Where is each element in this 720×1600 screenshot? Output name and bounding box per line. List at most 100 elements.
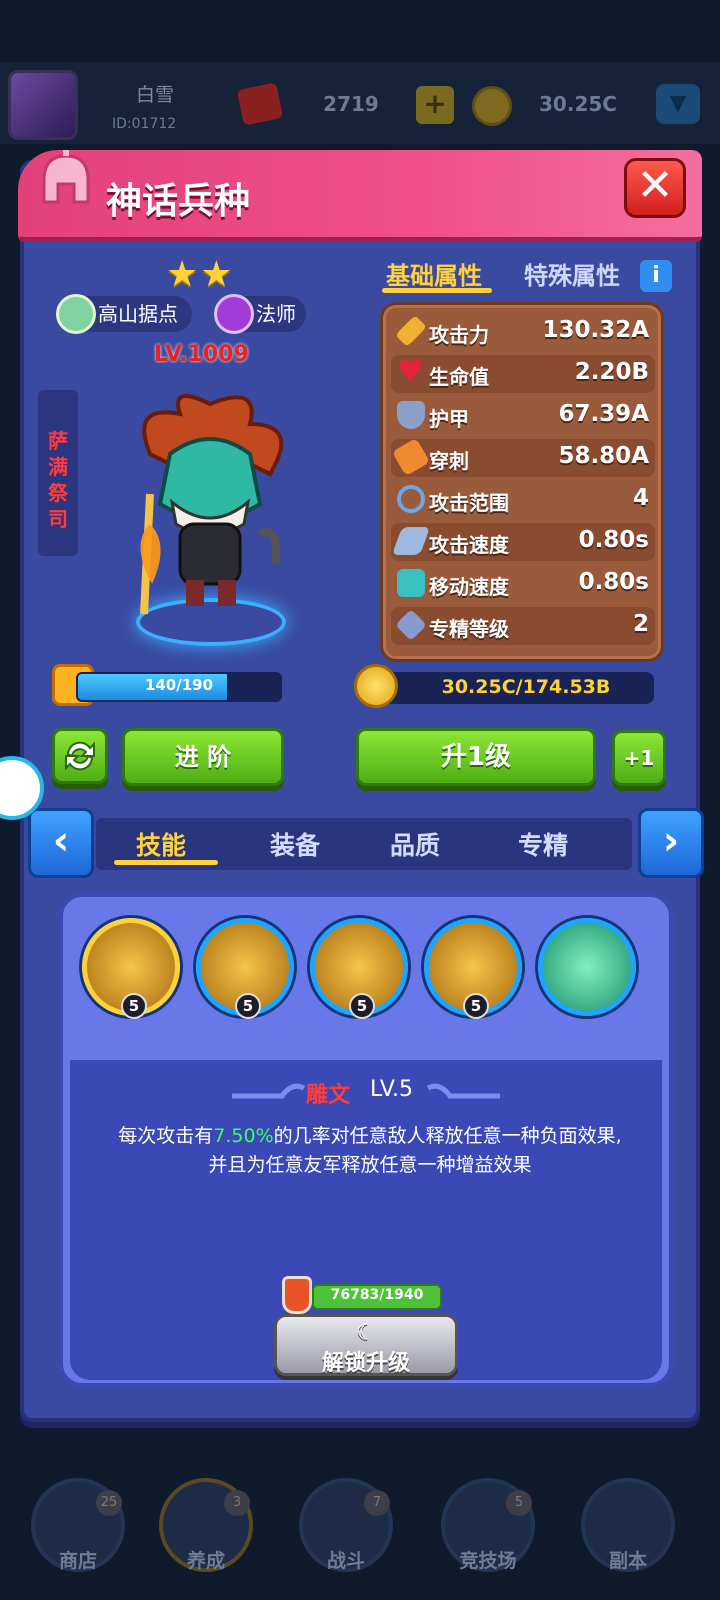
- stat-row: 穿刺 58.80A: [391, 437, 655, 477]
- attack-speed-icon: [391, 527, 431, 555]
- info-button[interactable]: i: [640, 260, 672, 292]
- stat-value: 2: [632, 611, 649, 637]
- skill-level: LV.5: [370, 1077, 414, 1102]
- tab-quality[interactable]: 品质: [390, 826, 440, 862]
- region-icon: [56, 294, 96, 334]
- star-rating: ★★: [166, 254, 235, 295]
- stat-row: 护甲 67.39A: [391, 397, 655, 435]
- stats-table: 攻击力 130.32A ♥ 生命值 2.20B 护甲 67.39A 穿刺 58.…: [380, 302, 664, 662]
- chevron-right-icon[interactable]: ›: [638, 808, 704, 878]
- stat-label: 生命值: [429, 365, 489, 389]
- stat-value: 2.20B: [574, 359, 649, 385]
- skill-slot-3[interactable]: 5: [310, 918, 408, 1019]
- close-button[interactable]: ✕: [624, 158, 686, 218]
- stat-value: 58.80A: [558, 443, 649, 469]
- tab-mastery[interactable]: 专精: [518, 826, 568, 862]
- stat-label: 护甲: [429, 407, 469, 431]
- moon-icon: ☾: [356, 1320, 376, 1345]
- material-progress-text: 76783/1940: [330, 1287, 424, 1303]
- hero-level: LV.1009: [154, 342, 249, 367]
- stat-label: 穿刺: [429, 449, 469, 473]
- advance-button[interactable]: 进 阶: [122, 728, 284, 786]
- skill-level-badge: 5: [235, 993, 261, 1019]
- skill-name: 雕文: [306, 1083, 351, 1108]
- range-icon: [397, 485, 425, 513]
- nav-label: 商店: [58, 1550, 97, 1572]
- shield-icon: [397, 401, 425, 429]
- nav-badge: 7: [364, 1490, 390, 1516]
- swap-button[interactable]: [52, 728, 108, 784]
- skill-slot-2[interactable]: 5: [196, 918, 294, 1019]
- plus-one-button[interactable]: +1: [612, 730, 666, 786]
- coin-count: 30.25C: [539, 92, 617, 116]
- nav-label: 战斗: [326, 1550, 365, 1572]
- nav-develop[interactable]: 3 养成: [150, 1478, 262, 1596]
- skill-level-badge: 5: [349, 993, 375, 1019]
- region-label: 高山据点: [98, 302, 178, 326]
- hero-name: 萨满祭司: [38, 428, 78, 532]
- skill-slot-5[interactable]: [538, 918, 636, 1016]
- skill-desc-line2: 并且为任意友军释放任意一种增益效果: [208, 1154, 532, 1176]
- level-up-button[interactable]: 升1级: [356, 728, 596, 786]
- chevron-left-icon[interactable]: ‹: [28, 808, 94, 878]
- tab-special-attributes[interactable]: 特殊属性: [524, 256, 620, 291]
- potion-icon: [282, 1276, 312, 1314]
- upgrade-cost-text: 30.25C/174.53B: [441, 676, 611, 698]
- tab-active-indicator: [382, 288, 492, 293]
- tab-skills[interactable]: 技能: [136, 826, 186, 862]
- tab-basic-attributes[interactable]: 基础属性: [386, 256, 482, 291]
- stat-value: 4: [632, 485, 649, 511]
- skill-description: 每次攻击有7.50%的几率对任意敌人释放任意一种负面效果, 并且为任意友军释放任…: [72, 1122, 668, 1180]
- stat-row: 专精等级 2: [391, 607, 655, 645]
- unlock-upgrade-button[interactable]: ☾ 解锁升级: [274, 1314, 458, 1376]
- desc-highlight: 7.50%: [213, 1125, 274, 1147]
- stat-value: 130.32A: [542, 317, 649, 343]
- mage-icon: [214, 294, 254, 334]
- stat-value: 67.39A: [558, 401, 649, 427]
- hero-portrait[interactable]: [110, 384, 310, 624]
- skill-slot-4[interactable]: 5: [424, 918, 522, 1019]
- skill-level-badge: 5: [463, 993, 489, 1019]
- mastery-icon: [395, 609, 427, 641]
- stat-row: 攻击力 130.32A: [391, 313, 655, 351]
- sword-icon: [395, 315, 427, 347]
- stat-label: 移动速度: [429, 575, 509, 599]
- hero-name-text: 萨满祭司: [48, 429, 68, 531]
- stat-label: 攻击速度: [429, 533, 509, 557]
- nav-badge: 3: [224, 1490, 250, 1516]
- region-tag: 高山据点: [56, 294, 192, 334]
- heart-icon: ♥: [397, 354, 424, 389]
- helmet-icon: [42, 150, 90, 204]
- stat-label: 攻击力: [429, 323, 489, 347]
- nav-label: 养成: [186, 1550, 225, 1572]
- stat-row: 移动速度 0.80s: [391, 565, 655, 603]
- nav-battle[interactable]: 7 战斗: [290, 1478, 402, 1596]
- nav-label: 副本: [608, 1550, 647, 1572]
- stat-row: 攻击范围 4: [391, 481, 655, 519]
- nav-badge: 25: [96, 1490, 122, 1516]
- stat-value: 0.80s: [578, 569, 649, 595]
- desc-text: 每次攻击有: [118, 1125, 214, 1147]
- pierce-icon: [391, 437, 431, 477]
- add-gem-button[interactable]: +: [416, 86, 454, 124]
- nav-badge: 5: [506, 1490, 532, 1516]
- player-avatar[interactable]: [8, 70, 78, 140]
- nav-arena[interactable]: 5 竞技场: [432, 1478, 544, 1596]
- player-name: 白雪: [135, 84, 174, 106]
- nav-shop[interactable]: 25 商店: [22, 1478, 134, 1596]
- coin-icon: [354, 664, 398, 708]
- skill-slot-1[interactable]: 5: [82, 918, 180, 1019]
- stat-row: ♥ 生命值 2.20B: [391, 355, 655, 393]
- skill-level-badge: 5: [121, 993, 147, 1019]
- gem-count: 2719: [323, 92, 379, 116]
- star-icon: ★: [166, 254, 199, 295]
- tab-active-indicator: [114, 860, 218, 865]
- stat-row: 攻击速度 0.80s: [391, 523, 655, 561]
- nav-dungeon[interactable]: 副本: [572, 1478, 684, 1596]
- tab-equipment[interactable]: 装备: [270, 826, 320, 862]
- star-icon: ★: [200, 254, 233, 295]
- skill-desc-line1: 每次攻击有7.50%的几率对任意敌人释放任意一种负面效果,: [72, 1122, 668, 1151]
- chevron-down-icon[interactable]: ▼: [656, 84, 700, 124]
- stat-value: 0.80s: [578, 527, 649, 553]
- refresh-icon: [65, 741, 95, 771]
